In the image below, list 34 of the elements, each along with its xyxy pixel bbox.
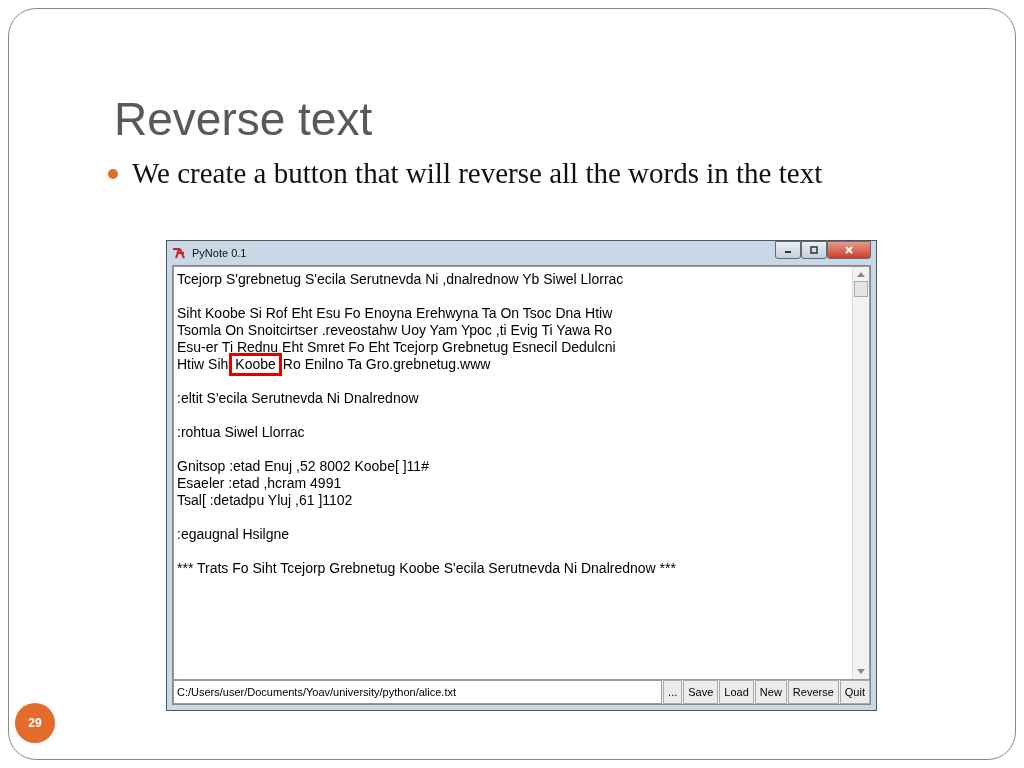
toolbar-button[interactable]: Quit (839, 680, 870, 704)
slide-title: Reverse text (114, 92, 374, 147)
text-line: *** Trats Fo Siht Tcejorp Grebnetug Koobe S'ecila Serutnevda Ni Dnalrednow *** (177, 560, 677, 577)
feather-logo-icon (172, 247, 186, 259)
toolbar-button[interactable]: Save (683, 680, 719, 704)
maximize-button[interactable] (801, 241, 827, 259)
text-line: :egaugnal Hsilgne (177, 526, 291, 543)
bullet-text: We create a button that will reverse all the words in the text (132, 157, 823, 190)
line-text: Htiw Sih (177, 356, 229, 373)
close-icon (844, 245, 854, 255)
text-line: Esaeler :etad ,hcram 4991 (177, 475, 343, 492)
text-line: Esu-er Ti Rednu Eht Smret Fo Eht Tcejorp Grebnetug Esnecil Dedulcni (177, 339, 617, 356)
highlighted-word: Koobe (232, 356, 279, 373)
text-line: Siht Koobe Si Rof Eht Esu Fo Enoyna Erehwyna Ta On Tsoc Dna Htiw (177, 305, 614, 322)
text-line: Tsomla On Snoitcirtser .reveostahw Uoy Yam Ypoc ,ti Evig Ti Yawa Ro (177, 322, 613, 339)
path-field[interactable]: C:/Users/user/Documents/Yoav/university/python/alice.txt (173, 680, 663, 704)
scrollbar[interactable] (852, 267, 869, 679)
text-line: :eltit S'ecila Serutnevda Ni Dnalrednow (177, 390, 420, 407)
line-text: Ro Enilno Ta Gro.grebnetug.www (282, 356, 491, 373)
bullet-icon (108, 168, 118, 179)
toolbar-button[interactable]: Reverse (787, 680, 839, 704)
text-line: Tsal[ :detadpu Yluj ,61 ]1102 (177, 492, 354, 509)
text-line: Gnitsop :etad Enuj ,52 8002 Koobe[ ]11# (177, 458, 430, 475)
page-number: 29 (15, 703, 55, 743)
minimize-button[interactable] (775, 241, 801, 259)
text-line: :rohtua Siwel Llorrac (177, 424, 306, 441)
toolbar-button[interactable]: ... (663, 680, 683, 704)
toolbar-button[interactable]: New (754, 680, 787, 704)
toolbar-button[interactable]: Load (719, 680, 754, 704)
scroll-thumb[interactable] (854, 281, 868, 297)
text-line: Tcejorp S'grebnetug S'ecila Serutnevda Ni ,dnalrednow Yb Siwel Llorrac (177, 271, 625, 288)
close-button[interactable] (827, 241, 871, 259)
maximize-icon (809, 245, 819, 255)
window-title: PyNote 0.1 (192, 247, 247, 259)
